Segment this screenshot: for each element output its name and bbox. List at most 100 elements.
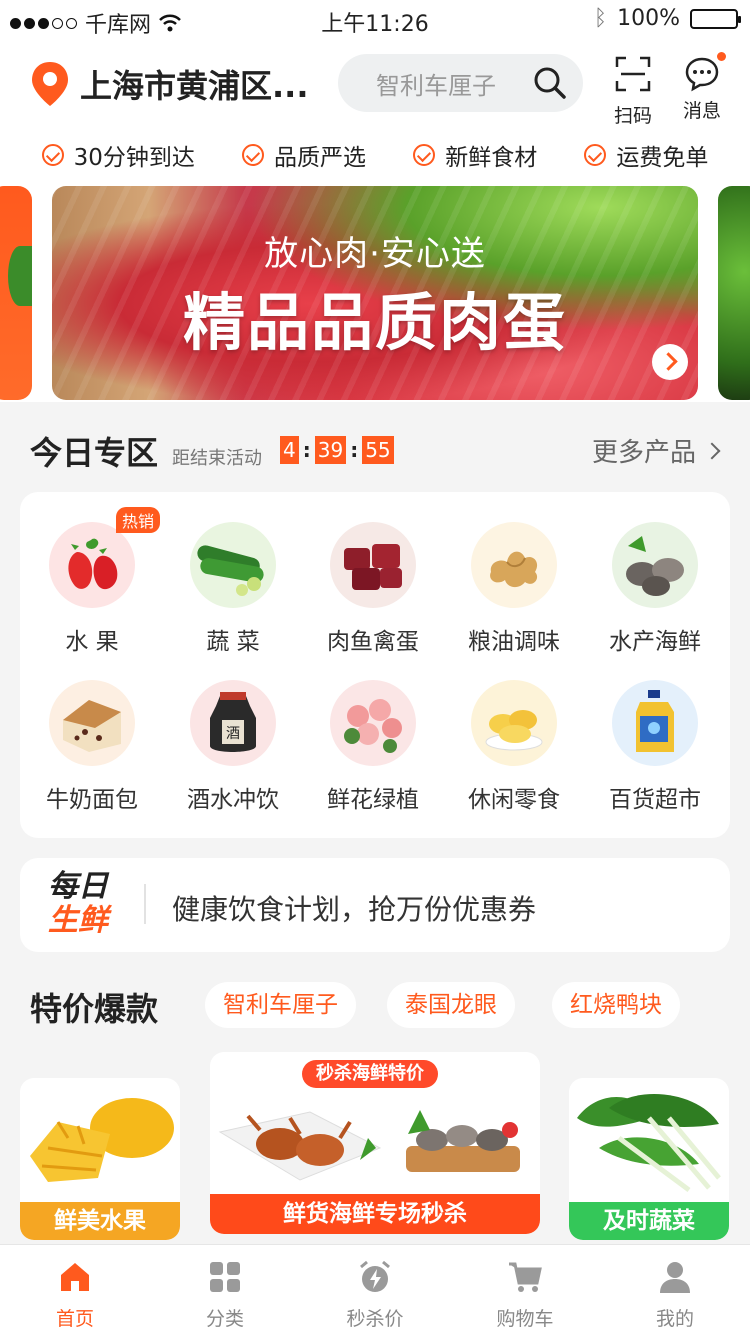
next-banner-peek[interactable] bbox=[718, 186, 750, 400]
message-badge bbox=[717, 52, 726, 61]
product-card-seafood[interactable]: 秒杀海鲜特价 鲜货海鲜专场秒杀 bbox=[210, 1052, 540, 1234]
section-title: 今日专区 bbox=[30, 434, 159, 472]
feature-strip: 30分钟到达 品质严选 新鲜食材 运费免单 bbox=[0, 130, 750, 180]
feature-label: 运费免单 bbox=[616, 145, 709, 171]
countdown-timer: 4 : 39 : 55 bbox=[280, 436, 394, 464]
countdown-label: 距结束活动 bbox=[172, 448, 262, 469]
category-label: 休闲零食 bbox=[468, 787, 560, 813]
daily-fresh-logo: 每日 生鲜 bbox=[48, 870, 118, 938]
category-flowers[interactable]: 鲜花绿植 bbox=[303, 680, 443, 814]
check-circle-icon bbox=[41, 144, 64, 166]
tab-profile[interactable]: 我的 bbox=[600, 1245, 750, 1334]
today-section-header: 今日专区 距结束活动 4 : 39 : 55 更多产品 bbox=[0, 402, 750, 492]
category-fruit[interactable]: 水 果 bbox=[22, 522, 162, 656]
user-icon bbox=[660, 1262, 690, 1293]
bottom-tab-bar: 首页 分类 秒杀价 购物车 我的 bbox=[0, 1244, 750, 1334]
category-supermarket[interactable]: 百货超市 bbox=[585, 680, 725, 814]
category-grain-oil[interactable]: 粮油调味 bbox=[444, 522, 584, 656]
feature-label: 新鲜食材 bbox=[445, 145, 538, 171]
prev-banner-peek[interactable] bbox=[0, 186, 32, 400]
search-icon[interactable] bbox=[533, 66, 567, 100]
message-label: 消息 bbox=[682, 100, 721, 122]
feature-label: 30分钟到达 bbox=[73, 145, 195, 171]
daily-fresh-text: 健康饮食计划，抢万份优惠券 bbox=[172, 893, 537, 926]
tab-cart[interactable]: 购物车 bbox=[450, 1245, 600, 1334]
tab-home[interactable]: 首页 bbox=[0, 1245, 150, 1334]
tab-label: 分类 bbox=[205, 1308, 244, 1330]
tab-category[interactable]: 分类 bbox=[150, 1245, 300, 1334]
category-dairy-bread[interactable]: 牛奶面包 bbox=[22, 680, 162, 814]
feature-label: 品质严选 bbox=[274, 145, 367, 171]
category-label: 蔬 菜 bbox=[206, 629, 260, 655]
search-placeholder: 智利车厘子 bbox=[376, 71, 496, 100]
svg-text:酒: 酒 bbox=[226, 726, 240, 742]
banner-slide[interactable]: 放心肉·安心送 精品品质肉蛋 bbox=[52, 186, 698, 400]
scan-icon bbox=[615, 56, 651, 92]
category-label: 粮油调味 bbox=[468, 629, 560, 655]
feature-item: 品质严选 bbox=[242, 138, 366, 172]
banner-next-arrow-icon[interactable] bbox=[652, 344, 688, 380]
countdown-hours: 4 bbox=[280, 436, 299, 464]
product-card-label: 鲜美水果 bbox=[20, 1202, 180, 1240]
section-title: 特价爆款 bbox=[30, 990, 159, 1028]
category-vegetable[interactable]: 蔬 菜 bbox=[163, 522, 303, 656]
meat-icon bbox=[330, 522, 416, 608]
category-label: 水产海鲜 bbox=[609, 629, 701, 655]
mango-icon bbox=[30, 1098, 174, 1182]
greens-icon bbox=[577, 1094, 721, 1193]
bluetooth-icon: ᛒ bbox=[593, 6, 608, 31]
category-meat[interactable]: 肉鱼禽蛋 bbox=[303, 522, 443, 656]
cart-icon bbox=[509, 1262, 542, 1292]
category-label: 肉鱼禽蛋 bbox=[327, 629, 419, 655]
check-circle-icon bbox=[413, 144, 436, 166]
product-card-label: 鲜货海鲜专场秒杀 bbox=[210, 1194, 540, 1234]
special-chip[interactable]: 红烧鸭块 bbox=[552, 982, 680, 1028]
chevron-right-icon bbox=[703, 442, 721, 459]
product-card-fruit[interactable]: 鲜美水果 bbox=[20, 1078, 180, 1240]
message-icon bbox=[684, 52, 726, 92]
category-label: 牛奶面包 bbox=[46, 787, 138, 813]
ginger-icon bbox=[471, 522, 557, 608]
feature-item: 新鲜食材 bbox=[413, 138, 537, 172]
detergent-icon bbox=[612, 680, 698, 766]
roses-icon bbox=[330, 680, 416, 766]
banner-subtitle: 放心肉·安心送 bbox=[264, 234, 486, 274]
status-right: ᛒ 100% bbox=[593, 6, 741, 31]
category-snacks[interactable]: 休闲零食 bbox=[444, 680, 584, 814]
tab-label: 购物车 bbox=[496, 1308, 554, 1330]
divider bbox=[144, 884, 146, 924]
category-label: 百货超市 bbox=[609, 787, 701, 813]
crab-icon bbox=[218, 1110, 520, 1181]
status-bar: 千库网 上午11:26 ᛒ 100% bbox=[0, 0, 750, 40]
strawberry-icon bbox=[49, 522, 135, 608]
scan-label: 扫码 bbox=[613, 105, 652, 127]
home-icon bbox=[61, 1263, 89, 1291]
search-input[interactable]: 智利车厘子 bbox=[338, 54, 583, 112]
feature-item: 运费免单 bbox=[584, 138, 708, 172]
tab-label: 秒杀价 bbox=[346, 1308, 404, 1330]
banner-carousel[interactable]: 放心肉·安心送 精品品质肉蛋 bbox=[0, 180, 750, 402]
tab-flash-sale[interactable]: 秒杀价 bbox=[300, 1245, 450, 1334]
daily-logo-line2: 生鲜 bbox=[48, 903, 108, 938]
more-products-link[interactable]: 更多产品 bbox=[591, 432, 721, 469]
category-label: 鲜花绿植 bbox=[327, 787, 419, 813]
category-grid: 热销 水 果 蔬 菜 肉鱼禽蛋 粮油调味 水产海鲜 牛奶面包 酒 酒水冲饮 鲜花… bbox=[20, 492, 730, 838]
product-card-vegetable[interactable]: 及时蔬菜 bbox=[569, 1078, 729, 1240]
countdown-seconds: 55 bbox=[362, 436, 394, 464]
location-selector[interactable]: 上海市黄浦区... bbox=[30, 60, 308, 108]
location-label: 上海市黄浦区... bbox=[80, 67, 309, 105]
scan-button[interactable]: 扫码 bbox=[608, 56, 658, 128]
daily-fresh-banner[interactable]: 每日 生鲜 健康饮食计划，抢万份优惠券 bbox=[20, 858, 730, 952]
special-chip[interactable]: 泰国龙眼 bbox=[387, 982, 515, 1028]
message-button[interactable]: 消息 bbox=[677, 52, 727, 123]
more-products-label: 更多产品 bbox=[591, 438, 696, 468]
alarm-clock-icon bbox=[360, 1260, 390, 1292]
app-header: 上海市黄浦区... 智利车厘子 扫码 消息 bbox=[0, 40, 750, 130]
tab-label: 首页 bbox=[55, 1308, 94, 1330]
category-drinks[interactable]: 酒 酒水冲饮 bbox=[163, 680, 303, 814]
specials-header: 特价爆款 智利车厘子 泰国龙眼 红烧鸭块 bbox=[0, 970, 750, 1040]
special-chip[interactable]: 智利车厘子 bbox=[205, 982, 356, 1028]
chips-icon bbox=[471, 680, 557, 766]
location-pin-icon bbox=[32, 62, 68, 106]
category-seafood[interactable]: 水产海鲜 bbox=[585, 522, 725, 656]
